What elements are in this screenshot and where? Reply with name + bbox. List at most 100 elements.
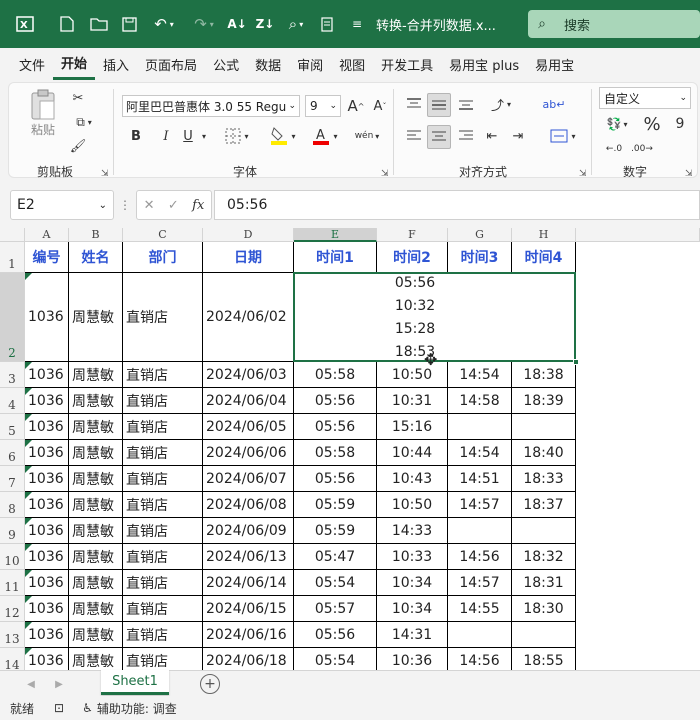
formula-input[interactable]: 05:56 — [214, 190, 700, 220]
data-cell[interactable]: 1036 — [25, 492, 69, 518]
row-header[interactable]: 5 — [0, 414, 25, 440]
more-options-icon[interactable]: ⋮ — [119, 196, 131, 214]
row-header[interactable]: 8 — [0, 492, 25, 518]
data-cell[interactable]: 2024/06/05 — [203, 414, 294, 440]
data-cell[interactable]: 18:31 — [512, 570, 576, 596]
data-cell[interactable]: 05:58 — [294, 440, 377, 466]
data-cell[interactable]: 2024/06/18 — [203, 648, 294, 670]
data-cell[interactable] — [512, 414, 576, 440]
find-icon[interactable]: ⌕ ▾ — [280, 0, 312, 48]
sort-descending-icon[interactable]: Z↓ — [250, 0, 280, 48]
data-cell[interactable]: 1036 — [25, 466, 69, 492]
data-cell[interactable]: 14:56 — [448, 648, 512, 670]
underline-button[interactable]: U — [177, 125, 199, 147]
data-cell[interactable]: 2024/06/03 — [203, 362, 294, 388]
copy-icon[interactable]: ⧉ ▾ — [69, 113, 99, 131]
data-cell[interactable] — [448, 622, 512, 648]
align-middle-icon[interactable] — [427, 93, 451, 117]
increase-indent-icon[interactable]: ⇥ — [507, 125, 529, 147]
data-cell[interactable]: 18:39 — [512, 388, 576, 414]
data-cell[interactable]: 10:31 — [377, 388, 448, 414]
row-header[interactable]: 3 — [0, 362, 25, 388]
data-cell[interactable]: 2024/06/15 — [203, 596, 294, 622]
data-cell[interactable]: 2024/06/06 — [203, 440, 294, 466]
data-cell[interactable]: 05:56 — [294, 414, 377, 440]
column-header-c[interactable]: C — [123, 228, 203, 242]
data-cell[interactable]: 1036 — [25, 622, 69, 648]
data-cell[interactable] — [512, 518, 576, 544]
data-cell[interactable]: 18:37 — [512, 492, 576, 518]
scroll-right-icon[interactable]: ▶ — [50, 675, 68, 693]
row-header[interactable]: 11 — [0, 570, 25, 596]
data-cell[interactable]: 14:57 — [448, 492, 512, 518]
header-cell[interactable]: 日期 — [203, 242, 294, 273]
redo-button[interactable]: ↷ ▾ — [184, 0, 224, 48]
tab-review[interactable]: 审阅 — [289, 48, 331, 80]
font-color-button[interactable]: A ▾ — [307, 125, 343, 147]
cut-icon[interactable]: ✂ — [69, 89, 87, 107]
data-cell[interactable]: 1036 — [25, 648, 69, 670]
data-cell[interactable]: 10:36 — [377, 648, 448, 670]
data-cell[interactable]: 直销店 — [123, 466, 203, 492]
insert-function-button[interactable]: fx — [192, 198, 204, 213]
data-cell[interactable]: 直销店 — [123, 622, 203, 648]
header-cell[interactable]: 姓名 — [69, 242, 123, 273]
italic-button[interactable]: I — [155, 125, 177, 147]
column-header-f[interactable]: F — [377, 228, 448, 242]
data-cell[interactable]: 10:50 — [377, 492, 448, 518]
header-cell[interactable]: 时间3 — [448, 242, 512, 273]
increase-font-size-button[interactable]: A ^ — [345, 95, 367, 117]
data-cell[interactable]: 直销店 — [123, 648, 203, 670]
row-header[interactable]: 7 — [0, 466, 25, 492]
data-cell[interactable]: 05:58 — [294, 362, 377, 388]
data-cell[interactable]: 18:55 — [512, 648, 576, 670]
tab-developer[interactable]: 开发工具 — [373, 48, 441, 80]
data-cell[interactable]: 直销店 — [123, 440, 203, 466]
data-cell[interactable]: 2024/06/09 — [203, 518, 294, 544]
data-cell[interactable]: 05:54 — [294, 570, 377, 596]
tab-formulas[interactable]: 公式 — [205, 48, 247, 80]
enter-check-icon[interactable]: ✓ — [168, 198, 179, 213]
row-header[interactable]: 10 — [0, 544, 25, 570]
fill-handle[interactable] — [573, 359, 579, 365]
data-cell[interactable]: 2024/06/14 — [203, 570, 294, 596]
data-cell[interactable]: 18:38 — [512, 362, 576, 388]
data-cell[interactable]: 周慧敏 — [69, 596, 123, 622]
data-cell[interactable]: 14:51 — [448, 466, 512, 492]
data-cell[interactable]: 周慧敏 — [69, 362, 123, 388]
select-all-corner[interactable] — [0, 228, 25, 242]
data-cell[interactable]: 2024/06/13 — [203, 544, 294, 570]
data-cell[interactable]: 周慧敏 — [69, 570, 123, 596]
data-cell[interactable]: 周慧敏 — [69, 414, 123, 440]
data-cell[interactable] — [448, 414, 512, 440]
borders-button[interactable]: ▾ — [219, 125, 255, 147]
data-cell[interactable]: 直销店 — [123, 388, 203, 414]
header-cell[interactable]: 时间1 — [294, 242, 377, 273]
align-center-icon[interactable] — [427, 125, 451, 149]
row-header[interactable]: 13 — [0, 622, 25, 648]
clipboard-launcher-icon[interactable]: ⇲ — [101, 169, 109, 179]
customize-quick-access-icon[interactable]: ≡ — [342, 0, 372, 48]
font-size-select[interactable]: 9 ⌄ — [305, 95, 341, 117]
data-cell[interactable]: 1036 — [25, 596, 69, 622]
save-icon[interactable] — [114, 0, 144, 48]
decrease-font-size-button[interactable]: Aˇ — [369, 95, 391, 117]
row-header[interactable]: 4 — [0, 388, 25, 414]
row-header[interactable]: 12 — [0, 596, 25, 622]
name-box[interactable]: E2 ⌄ — [10, 190, 114, 220]
tab-data[interactable]: 数据 — [247, 48, 289, 80]
data-cell[interactable]: 1036 — [25, 518, 69, 544]
data-cell[interactable]: 14:33 — [377, 518, 448, 544]
search-box[interactable]: ⌕ 搜索 — [528, 10, 700, 38]
percent-style-button[interactable]: % — [641, 113, 663, 135]
align-top-icon[interactable] — [403, 93, 425, 115]
data-cell[interactable] — [512, 622, 576, 648]
column-header-b[interactable]: B — [69, 228, 123, 242]
underline-dropdown-icon[interactable]: ▾ — [197, 125, 211, 147]
data-cell[interactable]: 直销店 — [123, 518, 203, 544]
data-cell[interactable]: 周慧敏 — [69, 544, 123, 570]
tab-yiyongbao[interactable]: 易用宝 — [527, 48, 582, 80]
data-cell[interactable]: 直销店 — [123, 273, 203, 362]
data-cell[interactable]: 1036 — [25, 414, 69, 440]
column-header-g[interactable]: G — [448, 228, 512, 242]
